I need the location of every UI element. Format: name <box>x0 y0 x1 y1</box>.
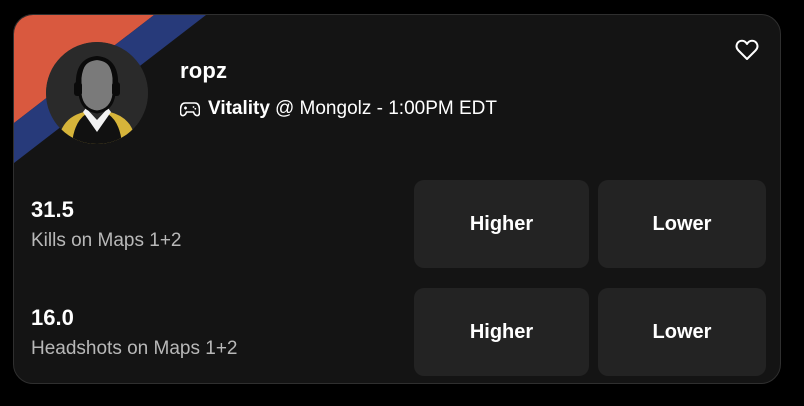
higher-button[interactable]: Higher <box>414 288 589 376</box>
prop-stat-label: Kills on Maps 1+2 <box>31 230 182 251</box>
controller-icon <box>180 101 200 117</box>
favorite-button[interactable] <box>735 39 759 61</box>
prop-stat-label: Headshots on Maps 1+2 <box>31 338 238 359</box>
lower-button[interactable]: Lower <box>598 288 766 376</box>
player-avatar <box>46 42 148 144</box>
player-name: ropz <box>180 58 228 83</box>
higher-button[interactable]: Higher <box>414 180 589 268</box>
prop-line-value: 31.5 <box>31 197 74 222</box>
player-prop-card: ropz Vitality @ Mongolz - 1:00PM EDT 31.… <box>13 14 781 384</box>
player-silhouette-icon <box>46 42 148 144</box>
prop-line-value: 16.0 <box>31 305 74 330</box>
prop-row-kills: 31.5 Kills on Maps 1+2 Higher Lower <box>14 180 780 268</box>
match-info: Vitality @ Mongolz - 1:00PM EDT <box>180 98 497 120</box>
heart-icon <box>735 39 759 60</box>
match-details: @ Mongolz - 1:00PM EDT <box>274 98 497 119</box>
prop-row-headshots: 16.0 Headshots on Maps 1+2 Higher Lower <box>14 288 780 376</box>
team-name: Vitality <box>208 98 270 119</box>
lower-button[interactable]: Lower <box>598 180 766 268</box>
